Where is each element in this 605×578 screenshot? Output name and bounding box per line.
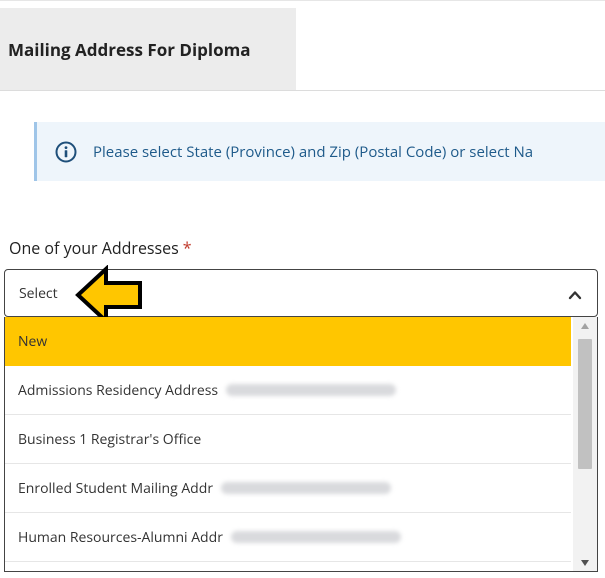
left-arrow-callout-icon [74, 264, 146, 326]
top-divider [0, 0, 605, 1]
option-label: Admissions Residency Address [18, 380, 219, 400]
required-marker: * [182, 237, 192, 259]
option-label: New [18, 331, 48, 351]
scroll-up-arrow-icon[interactable] [573, 317, 597, 335]
info-circle-icon [55, 141, 77, 163]
section-tab: Mailing Address For Diploma [0, 8, 296, 90]
option-admissions-residency-address[interactable]: Admissions Residency Address [5, 366, 571, 415]
option-new[interactable]: New [5, 317, 571, 366]
option-label: Enrolled Student Mailing Addr [18, 478, 214, 498]
address-select-value: Select [19, 284, 58, 303]
address-field-label-text: One of your Addresses [9, 237, 179, 259]
option-enrolled-student-mailing-addr[interactable]: Enrolled Student Mailing Addr [5, 464, 571, 513]
section-header: Mailing Address For Diploma [0, 8, 605, 91]
address-options-list[interactable]: New Admissions Residency Address Busines… [4, 317, 598, 572]
dropdown-scrollbar[interactable] [573, 317, 597, 571]
option-human-resources-alumni-addr[interactable]: Human Resources-Alumni Addr [5, 513, 571, 562]
info-banner: Please select State (Province) and Zip (… [34, 122, 605, 181]
section-title: Mailing Address For Diploma [8, 37, 251, 61]
option-label: Business 1 Registrar's Office [18, 429, 202, 449]
scroll-down-arrow-icon[interactable] [573, 554, 597, 571]
redacted-address [221, 482, 392, 494]
address-field-label: One of your Addresses * [9, 237, 192, 259]
redacted-address [230, 531, 401, 543]
option-label: Human Resources-Alumni Addr [18, 527, 223, 547]
option-business-1-registrars-office[interactable]: Business 1 Registrar's Office [5, 415, 571, 464]
redacted-address [226, 384, 397, 396]
chevron-up-icon[interactable] [567, 286, 583, 302]
info-banner-text: Please select State (Province) and Zip (… [93, 141, 534, 162]
scrollbar-thumb[interactable] [578, 339, 592, 469]
